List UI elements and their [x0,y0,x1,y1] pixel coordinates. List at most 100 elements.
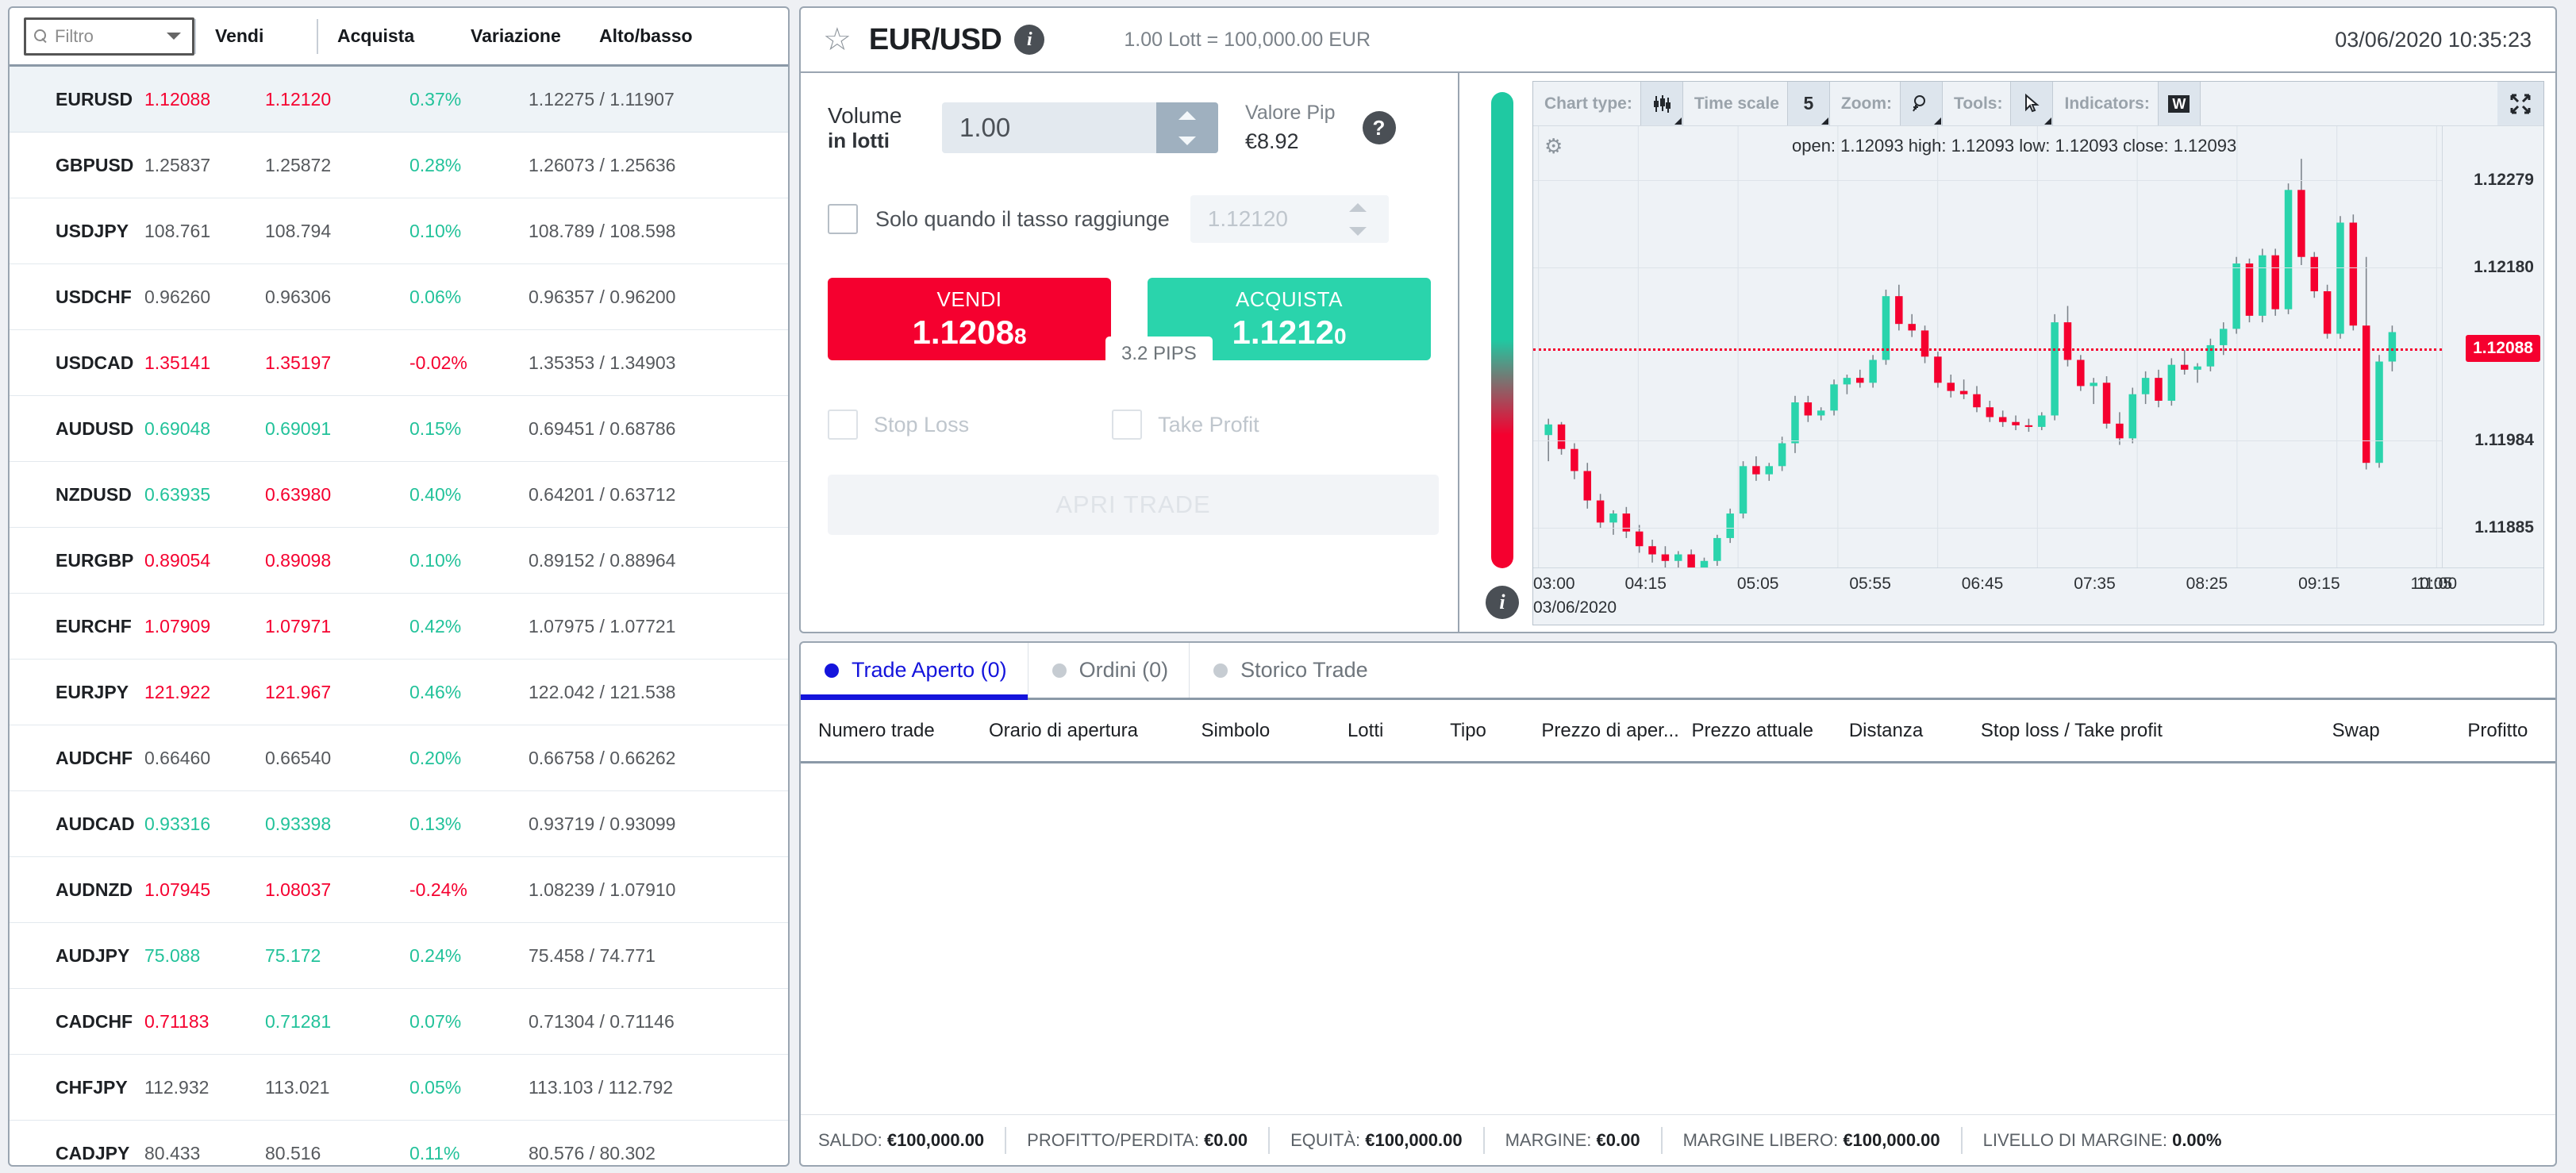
column-header-change[interactable]: Variazione [463,25,582,47]
favorite-star-icon[interactable]: ☆ [823,24,852,56]
table-row[interactable]: EURJPY 121.922 121.967 0.46% 122.042 / 121.5… [10,660,788,725]
table-row[interactable]: AUDCHF 0.66460 0.66540 0.20% 0.66758 / 0.662… [10,725,788,791]
row-high-low: 1.07975 / 1.07721 [529,615,676,636]
positions-column-header[interactable]: Stop loss / Take profit [1981,720,2332,742]
row-symbol: USDCAD [56,352,134,373]
take-profit-checkbox[interactable] [1112,410,1143,440]
volume-decrement-button[interactable] [1156,128,1218,153]
positions-column-header[interactable]: Prezzo di aper... [1541,720,1691,742]
rate-trigger-checkbox[interactable] [828,204,858,234]
row-buy-price: 1.12120 [265,88,332,110]
instrument-title: EUR/USD [868,22,1002,56]
table-row[interactable]: GBPUSD 1.25837 1.25872 0.28% 1.26073 / 1.256… [10,133,788,198]
row-change: 0.05% [409,1076,462,1098]
tools-cursor-icon[interactable] [2010,82,2054,125]
row-change: 0.06% [409,286,462,307]
positions-table-body [801,763,2555,1114]
tab-open-trades[interactable]: Trade Aperto (0) [801,643,1028,700]
positions-column-header[interactable]: Orario di apertura [989,720,1201,742]
table-row[interactable]: EURCHF 1.07909 1.07971 0.42% 1.07975 / 1.077… [10,594,788,660]
table-row[interactable]: CADJPY 80.433 80.516 0.11% 80.576 / 80.302 [10,1121,788,1165]
sell-button[interactable]: VENDI 1.12088 [828,278,1111,360]
column-header-buy[interactable]: Acquista [318,25,463,47]
row-change: 0.15% [409,417,462,439]
pip-value-block: Valore Pip €8.92 [1245,102,1336,154]
positions-column-header[interactable]: Simbolo [1201,720,1348,742]
row-sell-price: 0.89054 [144,549,211,571]
rate-trigger-stepper[interactable]: 1.12120 [1190,195,1389,243]
positions-column-header[interactable]: Distanza [1849,720,1981,742]
table-row[interactable]: AUDUSD 0.69048 0.69091 0.15% 0.69451 / 0.687… [10,396,788,462]
table-row[interactable]: EURUSD 1.12088 1.12120 0.37% 1.12275 / 1.119… [10,67,788,133]
table-row[interactable]: NZDUSD 0.63935 0.63980 0.40% 0.64201 / 0.637… [10,462,788,528]
tab-label: Storico Trade [1240,658,1368,682]
chart-settings-gear-icon[interactable]: ⚙ [1544,134,1563,159]
filter-dropdown[interactable]: Filtro [24,17,194,56]
rate-increment-button[interactable] [1327,195,1389,219]
stop-loss-checkbox[interactable] [828,410,858,440]
row-symbol: AUDCAD [56,813,135,834]
stop-loss-group[interactable]: Stop Loss [828,410,969,440]
table-row[interactable]: USDJPY 108.761 108.794 0.10% 108.789 / 108.5… [10,198,788,264]
info-icon[interactable]: i [1014,25,1045,55]
chevron-down-icon[interactable] [167,33,181,40]
take-profit-group[interactable]: Take Profit [1112,410,1259,440]
indicators-button[interactable]: W [2157,82,2201,125]
volume-stepper[interactable]: 1.00 [942,102,1218,153]
positions-column-header[interactable]: Prezzo attuale [1692,720,1849,742]
table-row[interactable]: USDCHF 0.96260 0.96306 0.06% 0.96357 / 0.962… [10,264,788,330]
rate-trigger-input[interactable]: 1.12120 [1190,206,1327,232]
table-row[interactable]: AUDCAD 0.93316 0.93398 0.13% 0.93719 / 0.930… [10,791,788,857]
table-row[interactable]: AUDJPY 75.088 75.172 0.24% 75.458 / 74.771 [10,923,788,989]
positions-column-headers: Numero trade Orario di apertura Simbolo Lot… [801,700,2555,763]
row-high-low: 1.26073 / 1.25636 [529,154,676,175]
row-change: 0.20% [409,747,462,768]
rate-stepper-buttons[interactable] [1326,195,1389,243]
table-row[interactable]: CADCHF 0.71183 0.71281 0.07% 0.71304 / 0.711… [10,989,788,1055]
fullscreen-icon[interactable] [2497,82,2543,125]
positions-column-header[interactable]: Profitto [2467,720,2555,742]
row-sell-price: 0.96260 [144,286,211,307]
row-sell-price: 0.71183 [144,1010,210,1032]
tab-trade-history[interactable]: Storico Trade [1190,643,1389,698]
time-scale-value-button[interactable]: 5 [1786,82,1830,125]
table-row[interactable]: USDCAD 1.35141 1.35197 -0.02% 1.35353 / 1.34… [10,330,788,396]
gauge-info-icon[interactable]: i [1486,586,1519,619]
row-high-low: 1.12275 / 1.11907 [529,88,675,110]
chart-type-candles-icon[interactable] [1640,82,1683,125]
zoom-magnifier-icon[interactable] [1900,82,1944,125]
volume-increment-button[interactable] [1156,102,1218,128]
help-icon[interactable]: ? [1362,111,1396,144]
pip-value-amount: €8.92 [1245,129,1299,153]
positions-column-header[interactable]: Swap [2332,720,2468,742]
row-symbol: AUDNZD [56,879,133,900]
row-sell-price: 1.07945 [144,879,211,900]
candlestick-plot[interactable]: ⚙ open: 1.12093 high: 1.12093 low: 1.120… [1533,126,2442,567]
time-axis: 03:00 04:15 05:05 05:55 06:45 07:35 08:25 09:15… [1533,567,2543,625]
filter-input[interactable]: Filtro [55,26,160,47]
row-high-low: 1.08239 / 1.07910 [529,879,676,900]
table-row[interactable]: AUDNZD 1.07945 1.08037 -0.24% 1.08239 / 1.07… [10,857,788,923]
tab-orders[interactable]: Ordini (0) [1028,643,1190,698]
table-row[interactable]: CHFJPY 112.932 113.021 0.05% 113.103 / 112.7… [10,1055,788,1121]
search-icon [34,29,48,44]
volume-stepper-buttons[interactable] [1156,102,1218,153]
spread-badge: 3.2 PIPS [1105,337,1213,371]
rate-decrement-button[interactable] [1327,219,1389,243]
stop-loss-label: Stop Loss [874,412,970,437]
positions-column-header[interactable]: Tipo [1450,720,1541,742]
positions-column-header[interactable]: Numero trade [801,720,989,742]
chart-gridline [1533,179,2442,181]
positions-column-header[interactable]: Lotti [1348,720,1450,742]
time-axis-tick: 04:15 [1624,575,1667,593]
volume-input[interactable]: 1.00 [942,113,1156,143]
open-trade-button[interactable]: APRI TRADE [828,475,1439,535]
row-symbol: NZDUSD [56,483,132,505]
column-header-highlow[interactable]: Alto/basso [582,25,693,47]
row-buy-price: 0.71281 [265,1010,332,1032]
column-header-sell[interactable]: Vendi [196,25,317,47]
caret-up-icon [1178,110,1196,120]
table-row[interactable]: EURGBP 0.89054 0.89098 0.10% 0.89152 / 0.889… [10,528,788,594]
row-sell-price: 75.088 [144,944,201,966]
status-value: €100,000.00 [1843,1129,1940,1150]
